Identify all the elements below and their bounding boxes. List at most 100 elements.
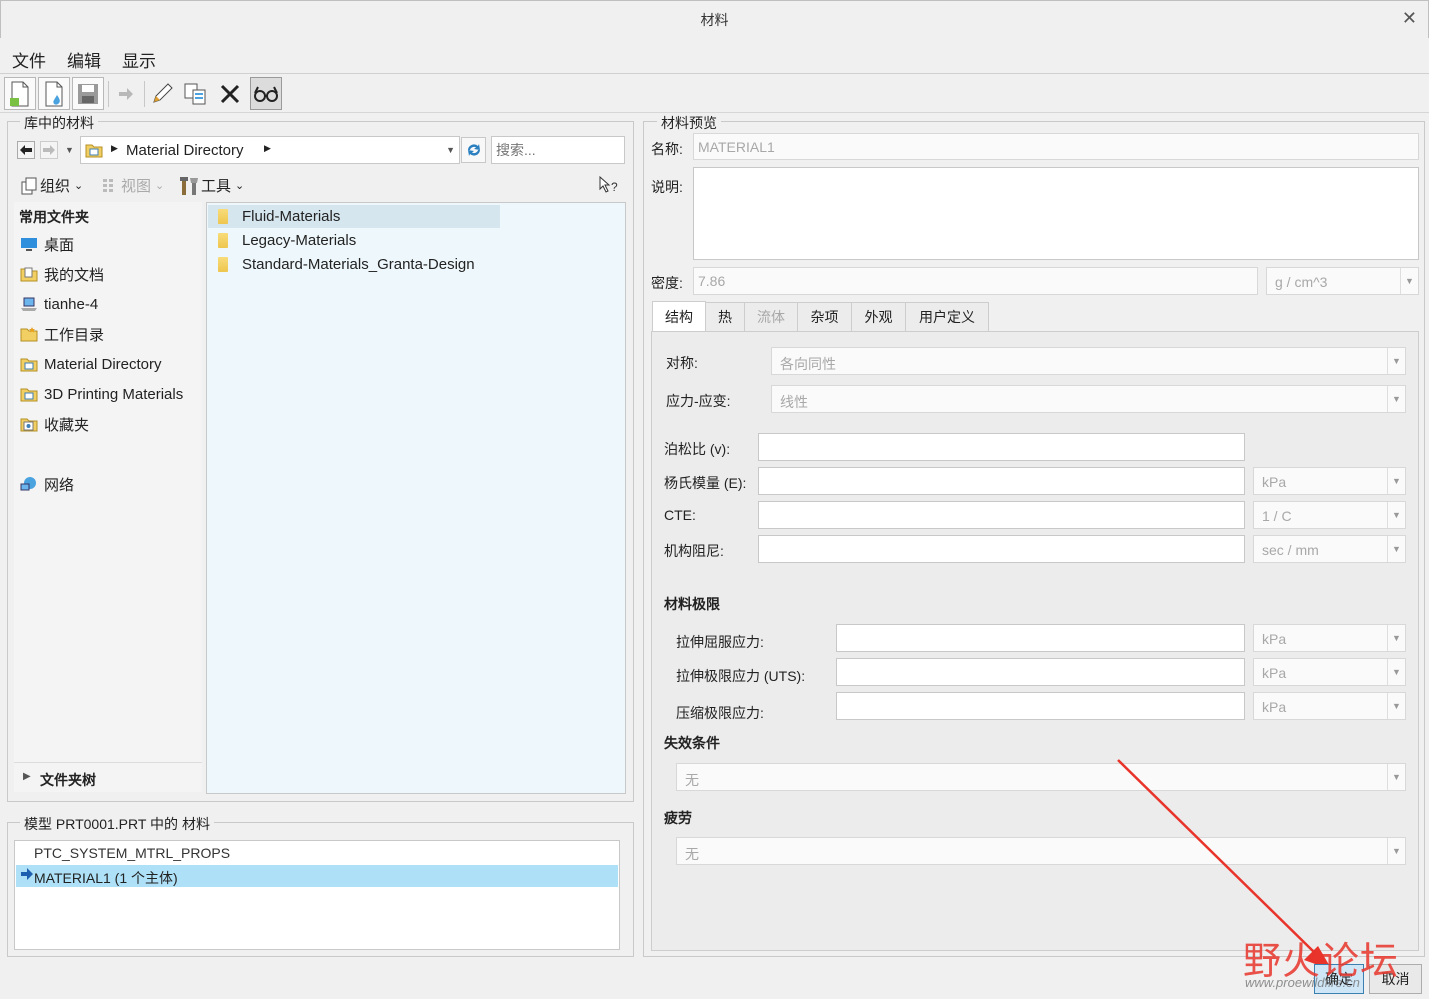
damping-field[interactable] bbox=[758, 535, 1245, 563]
folder-icon bbox=[218, 208, 228, 224]
material-limits-title: 材料极限 bbox=[664, 596, 720, 612]
description-label: 说明: bbox=[651, 179, 683, 195]
density-label: 密度: bbox=[651, 275, 683, 291]
folder-row-legacy-materials[interactable]: Legacy-Materials bbox=[208, 229, 356, 251]
desktop-icon bbox=[20, 236, 38, 252]
organize-icon bbox=[21, 177, 37, 194]
favorites-icon bbox=[20, 416, 38, 432]
name-field[interactable]: MATERIAL1 bbox=[693, 133, 1419, 160]
list-item-ptc-system[interactable]: PTC_SYSTEM_MTRL_PROPS bbox=[34, 845, 230, 861]
cte-field[interactable] bbox=[758, 501, 1245, 529]
dropdown-arrow-icon: ▼ bbox=[1387, 838, 1405, 864]
stress-strain-dropdown[interactable]: 线性 ▼ bbox=[771, 385, 1406, 413]
name-label: 名称: bbox=[651, 141, 683, 157]
compressive-field[interactable] bbox=[836, 692, 1245, 720]
file-list bbox=[206, 202, 626, 794]
toolbar bbox=[0, 75, 1429, 113]
nav-item-favorites[interactable]: 收藏夹 bbox=[20, 413, 89, 435]
svg-text:?: ? bbox=[611, 180, 618, 194]
search-input[interactable] bbox=[491, 136, 625, 164]
tab-structural[interactable]: 结构 bbox=[652, 301, 706, 332]
symmetry-label: 对称: bbox=[666, 355, 698, 371]
dropdown-arrow-icon: ▼ bbox=[1387, 468, 1405, 494]
view-grid-icon bbox=[103, 178, 113, 192]
edit-pencil-icon[interactable] bbox=[146, 77, 178, 110]
damping-unit-dropdown[interactable]: sec / mm ▼ bbox=[1253, 535, 1406, 563]
failure-criteria-title: 失效条件 bbox=[664, 735, 720, 751]
refresh-icon[interactable] bbox=[461, 137, 486, 163]
forward-icon[interactable] bbox=[40, 141, 58, 159]
nav-item-computer[interactable]: tianhe-4 bbox=[20, 293, 98, 315]
menu-edit[interactable]: 编辑 bbox=[67, 47, 101, 72]
back-icon[interactable] bbox=[17, 141, 35, 159]
network-icon bbox=[20, 476, 38, 492]
tools-label: 工具 bbox=[201, 178, 232, 195]
symmetry-dropdown[interactable]: 各向同性 ▼ bbox=[771, 347, 1406, 375]
tab-thermal[interactable]: 热 bbox=[705, 302, 745, 331]
new-file-icon[interactable] bbox=[4, 77, 36, 110]
organize-label: 组织 bbox=[40, 178, 71, 195]
list-item-material1[interactable]: MATERIAL1 (1 个主体) bbox=[16, 865, 618, 887]
density-unit-dropdown[interactable]: g / cm^3 ▼ bbox=[1266, 267, 1419, 295]
view-menu[interactable]: 视图 ⌄ bbox=[101, 175, 164, 196]
nav-item-material-directory[interactable]: Material Directory bbox=[20, 353, 162, 375]
compressive-unit-dropdown[interactable]: kPa ▼ bbox=[1253, 692, 1406, 720]
directory-icon bbox=[85, 142, 103, 161]
description-field[interactable] bbox=[693, 167, 1419, 260]
dropdown-arrow-icon: ▼ bbox=[1387, 764, 1405, 790]
save-icon[interactable] bbox=[72, 77, 104, 110]
cte-label: CTE: bbox=[664, 507, 696, 523]
dropdown-arrow-icon: ▼ bbox=[1387, 693, 1405, 719]
folder-tree-label: 文件夹树 bbox=[40, 772, 96, 788]
menu-file[interactable]: 文件 bbox=[12, 47, 46, 72]
preview-glasses-icon[interactable] bbox=[250, 77, 282, 110]
tab-appearance[interactable]: 外观 bbox=[851, 302, 906, 331]
working-directory-icon bbox=[20, 326, 38, 342]
poisson-field[interactable] bbox=[758, 433, 1245, 461]
folder-row-fluid-materials[interactable]: Fluid-Materials bbox=[208, 205, 340, 227]
copy-icon[interactable] bbox=[180, 77, 212, 110]
organize-menu[interactable]: 组织 ⌄ bbox=[20, 175, 83, 196]
young-field[interactable] bbox=[758, 467, 1245, 495]
nav-item-3d-printing-materials[interactable]: 3D Printing Materials bbox=[20, 383, 183, 405]
close-icon[interactable]: ✕ bbox=[1402, 8, 1417, 29]
fatigue-title: 疲劳 bbox=[664, 810, 692, 826]
path-bar[interactable]: ▶ Material Directory ▶ ▼ bbox=[80, 136, 460, 164]
tensile-yield-unit-dropdown[interactable]: kPa ▼ bbox=[1253, 624, 1406, 652]
preview-group-label: 材料预览 bbox=[657, 113, 721, 133]
young-unit-dropdown[interactable]: kPa ▼ bbox=[1253, 467, 1406, 495]
window-title: 材料 bbox=[700, 12, 729, 28]
menu-display[interactable]: 显示 bbox=[122, 47, 156, 72]
uts-label: 拉伸极限应力 (UTS): bbox=[676, 668, 806, 684]
tab-fluid[interactable]: 流体 bbox=[744, 302, 798, 331]
tab-user-defined[interactable]: 用户定义 bbox=[905, 302, 989, 331]
documents-icon bbox=[20, 266, 38, 282]
uts-unit-dropdown[interactable]: kPa ▼ bbox=[1253, 658, 1406, 686]
delete-icon[interactable] bbox=[214, 77, 246, 110]
uts-field[interactable] bbox=[836, 658, 1245, 686]
dropdown-arrow-icon: ▼ bbox=[1387, 625, 1405, 651]
library-group-label: 库中的材料 bbox=[20, 113, 98, 133]
folder-row-standard-materials[interactable]: Standard-Materials_Granta-Design bbox=[208, 253, 475, 275]
history-chevron-icon[interactable]: ▼ bbox=[65, 145, 74, 155]
cte-unit-dropdown[interactable]: 1 / C ▼ bbox=[1253, 501, 1406, 529]
whats-this-help-icon[interactable]: ? bbox=[598, 175, 620, 198]
nav-pane bbox=[14, 202, 202, 792]
nav-item-desktop[interactable]: 桌面 bbox=[20, 233, 74, 255]
nav-item-network[interactable]: 网络 bbox=[20, 473, 74, 495]
open-file-icon[interactable] bbox=[38, 77, 70, 110]
tensile-yield-field[interactable] bbox=[836, 624, 1245, 652]
view-label: 视图 bbox=[121, 178, 152, 195]
damping-label: 机构阻尼: bbox=[664, 543, 724, 559]
path-dropdown-icon[interactable]: ▼ bbox=[446, 145, 455, 155]
tools-menu[interactable]: 工具 ⌄ bbox=[179, 175, 244, 196]
current-arrow-icon bbox=[20, 867, 34, 884]
assign-arrow-icon[interactable] bbox=[110, 77, 142, 110]
nav-item-working-directory[interactable]: 工作目录 bbox=[20, 323, 104, 345]
density-field[interactable]: 7.86 bbox=[693, 267, 1258, 295]
tab-misc[interactable]: 杂项 bbox=[797, 302, 852, 331]
folder-tree-toggle[interactable]: ▶ 文件夹树 bbox=[14, 762, 202, 792]
nav-item-my-documents[interactable]: 我的文档 bbox=[20, 263, 104, 285]
dropdown-arrow-icon: ▼ bbox=[1387, 502, 1405, 528]
poisson-label: 泊松比 (v): bbox=[664, 441, 731, 457]
